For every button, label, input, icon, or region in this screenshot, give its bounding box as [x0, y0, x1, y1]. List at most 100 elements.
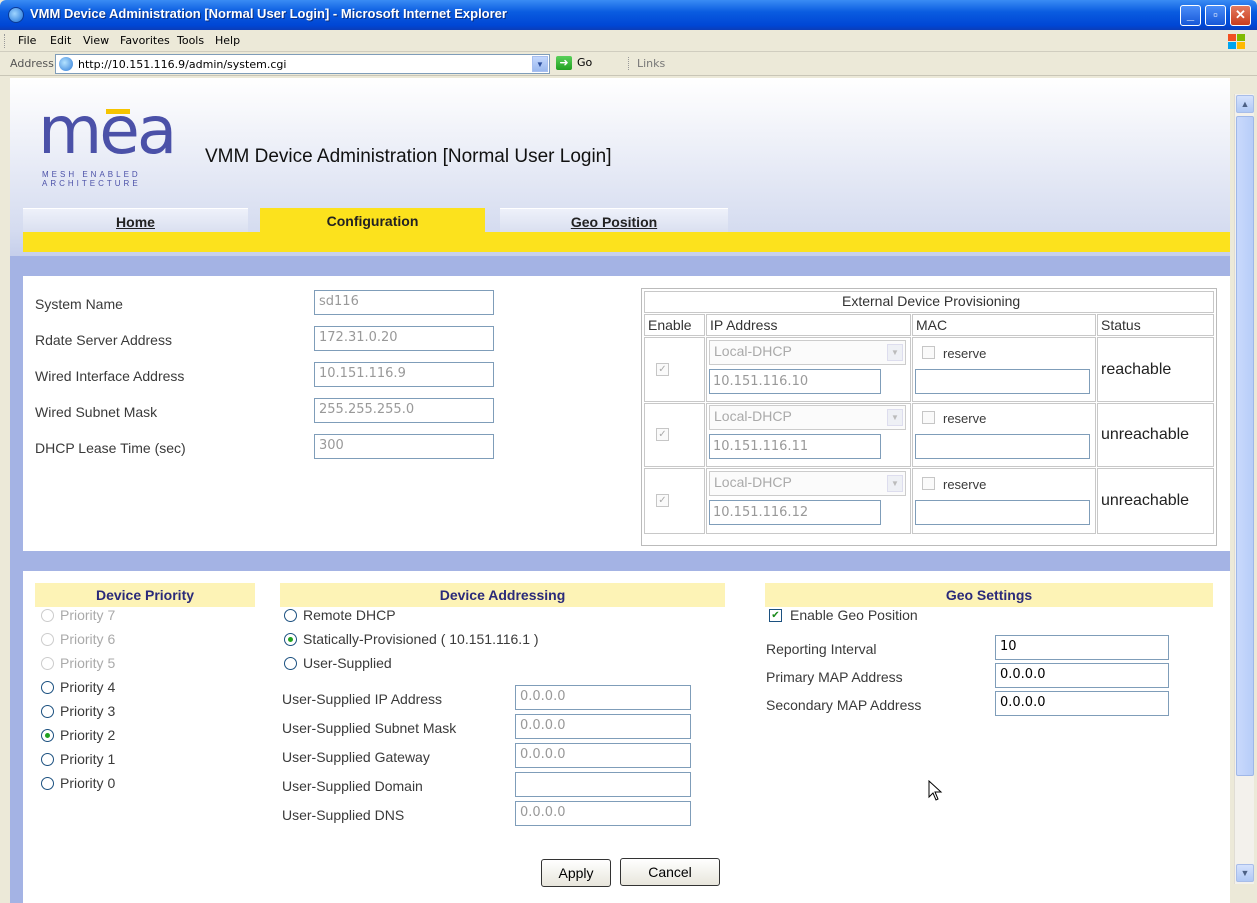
primary-map-label: Primary MAP Address	[766, 669, 903, 685]
chevron-down-icon: ▼	[887, 409, 903, 426]
rdate-server-input[interactable]: 172.31.0.20	[314, 326, 494, 351]
user-ip-label: User-Supplied IP Address	[282, 691, 443, 707]
menu-favorites[interactable]: Favorites	[120, 34, 170, 47]
window-frame-left	[0, 78, 10, 903]
address-label: Address	[10, 57, 54, 70]
window-titlebar: VMM Device Administration [Normal User L…	[0, 0, 1257, 30]
menu-view[interactable]: View	[83, 34, 109, 47]
user-subnet-input[interactable]: 0.0.0.0	[515, 714, 691, 739]
priority-radio-7[interactable]	[41, 777, 54, 790]
vertical-scrollbar[interactable]: ▲ ▼	[1234, 94, 1254, 884]
scroll-down-icon[interactable]: ▼	[1236, 864, 1254, 882]
dhcp-lease-input[interactable]: 300	[314, 434, 494, 459]
maximize-button[interactable]: ▫	[1205, 5, 1226, 26]
tab-home[interactable]: Home	[23, 208, 248, 234]
menu-help[interactable]: Help	[215, 34, 240, 47]
edp-mac-input[interactable]	[915, 369, 1090, 394]
mouse-cursor-icon	[928, 780, 943, 801]
user-dns-label: User-Supplied DNS	[282, 807, 405, 823]
addressing-radio-static[interactable]	[284, 633, 297, 646]
address-url: http://10.151.116.9/admin/system.cgi	[78, 58, 287, 71]
menu-file[interactable]: File	[18, 34, 36, 47]
wired-subnet-input[interactable]: 255.255.255.0	[314, 398, 494, 423]
enable-geo-label: Enable Geo Position	[790, 607, 918, 623]
minimize-button[interactable]: _	[1180, 5, 1201, 26]
edp-ip-input[interactable]: 10.151.116.10	[709, 369, 881, 394]
scroll-thumb[interactable]	[1236, 116, 1254, 776]
priority-radio-3[interactable]	[41, 681, 54, 694]
priority-radio-6[interactable]	[41, 753, 54, 766]
dhcp-lease-label: DHCP Lease Time (sec)	[35, 440, 186, 456]
logo-text: mea	[38, 92, 177, 169]
close-button[interactable]: ✕	[1230, 5, 1251, 26]
priority-label: Priority 2	[60, 727, 116, 743]
device-addressing-header: Device Addressing	[280, 583, 725, 607]
priority-radio-0	[41, 609, 54, 622]
edp-enable-checkbox[interactable]: ✓	[656, 494, 669, 507]
edp-status: unreachable	[1101, 426, 1190, 443]
address-bar: Address http://10.151.116.9/admin/system…	[0, 52, 1257, 76]
menu-tools[interactable]: Tools	[177, 34, 204, 47]
edp-mode-select[interactable]: Local-DHCP ▼	[709, 471, 906, 496]
address-dropdown-icon[interactable]: ▼	[532, 56, 548, 72]
user-ip-input[interactable]: 0.0.0.0	[515, 685, 691, 710]
secondary-map-input[interactable]: 0.0.0.0	[995, 691, 1169, 716]
edp-mode-select[interactable]: Local-DHCP ▼	[709, 405, 906, 430]
priority-label: Priority 6	[60, 631, 116, 647]
address-input[interactable]: http://10.151.116.9/admin/system.cgi ▼	[55, 54, 550, 74]
apply-button[interactable]: Apply	[541, 859, 611, 887]
edp-reserve-checkbox[interactable]	[922, 346, 935, 359]
go-label: Go	[577, 56, 593, 69]
user-domain-input[interactable]	[515, 772, 691, 797]
edp-enable-checkbox[interactable]: ✓	[656, 428, 669, 441]
edp-mode-select[interactable]: Local-DHCP ▼	[709, 340, 906, 365]
priority-label: Priority 4	[60, 679, 116, 695]
settings-panel: Device Priority Device Addressing Remote…	[23, 571, 1230, 903]
edp-mac-input[interactable]	[915, 500, 1090, 525]
rdate-server-label: Rdate Server Address	[35, 332, 172, 348]
priority-label: Priority 1	[60, 751, 116, 767]
priority-radio-5[interactable]	[41, 729, 54, 742]
user-subnet-label: User-Supplied Subnet Mask	[282, 720, 457, 736]
user-dns-input[interactable]: 0.0.0.0	[515, 801, 691, 826]
edp-title: External Device Provisioning	[842, 293, 1021, 309]
edp-col-status: Status	[1101, 317, 1141, 333]
tab-underline-bar	[23, 232, 1230, 252]
edp-mac-input[interactable]	[915, 434, 1090, 459]
go-button[interactable]: ➜ Go	[556, 56, 616, 72]
addressing-label: Statically-Provisioned ( 10.151.116.1 )	[303, 631, 539, 647]
priority-radio-4[interactable]	[41, 705, 54, 718]
addressing-radio-remote-dhcp[interactable]	[284, 609, 297, 622]
reporting-interval-label: Reporting Interval	[766, 641, 877, 657]
scroll-up-icon[interactable]: ▲	[1236, 95, 1254, 113]
priority-label: Priority 0	[60, 775, 116, 791]
primary-map-input[interactable]: 0.0.0.0	[995, 663, 1169, 688]
tab-geo-position[interactable]: Geo Position	[500, 208, 728, 234]
priority-radio-1	[41, 633, 54, 646]
system-name-label: System Name	[35, 296, 123, 312]
wired-interface-label: Wired Interface Address	[35, 368, 185, 384]
chevron-down-icon: ▼	[887, 344, 903, 361]
tab-configuration[interactable]: Configuration	[260, 208, 485, 234]
system-name-input[interactable]: sd116	[314, 290, 494, 315]
edp-ip-input[interactable]: 10.151.116.12	[709, 500, 881, 525]
page-title: VMM Device Administration [Normal User L…	[205, 146, 612, 167]
enable-geo-checkbox[interactable]: ✔	[769, 609, 782, 622]
wired-interface-input[interactable]: 10.151.116.9	[314, 362, 494, 387]
cancel-button[interactable]: Cancel	[620, 858, 720, 886]
addressing-radio-user-supplied[interactable]	[284, 657, 297, 670]
edp-enable-checkbox[interactable]: ✓	[656, 363, 669, 376]
menu-edit[interactable]: Edit	[50, 34, 71, 47]
edp-ip-input[interactable]: 10.151.116.11	[709, 434, 881, 459]
windows-flag-icon	[1226, 32, 1246, 50]
edp-table: External Device Provisioning Enable IP A…	[641, 288, 1217, 546]
edp-reserve-checkbox[interactable]	[922, 411, 935, 424]
reporting-interval-input[interactable]: 10	[995, 635, 1169, 660]
edp-row-cell	[644, 468, 705, 534]
links-button[interactable]: Links	[628, 57, 665, 70]
edp-reserve-checkbox[interactable]	[922, 477, 935, 490]
edp-col-enable: Enable	[648, 317, 692, 333]
user-gateway-input[interactable]: 0.0.0.0	[515, 743, 691, 768]
logo-subtitle: MESH ENABLED ARCHITECTURE	[42, 170, 141, 188]
addressing-label: Remote DHCP	[303, 607, 396, 623]
